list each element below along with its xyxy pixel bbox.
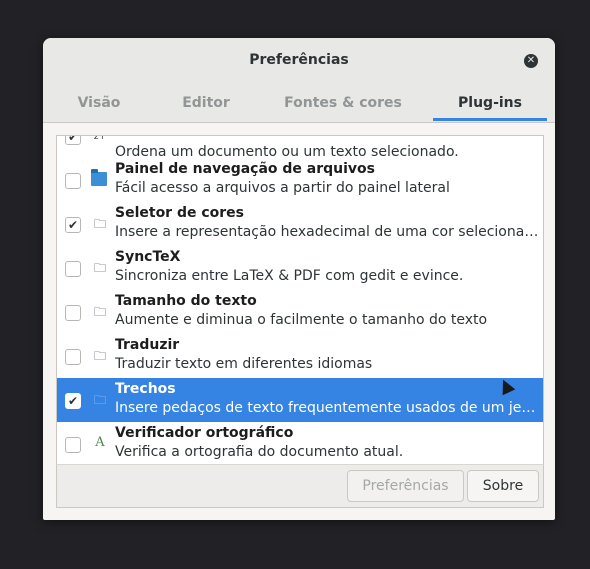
plugin-description: Aumente e diminua o facilmente o tamanho…: [115, 312, 488, 328]
list-item[interactable]: A Verificador ortográfico Verifica a ort…: [57, 422, 543, 465]
checkbox[interactable]: [65, 173, 81, 189]
plugin-list[interactable]: ✔ z↑ Ordena um documento ou um texto sel…: [56, 135, 544, 465]
list-item[interactable]: 🗀 Tamanho do texto Aumente e diminua o f…: [57, 290, 543, 334]
plugin-description: Insere a representação hexadecimal de um…: [115, 224, 539, 240]
list-item[interactable]: ✔ 🗀 Seletor de cores Insere a representa…: [57, 202, 543, 246]
close-icon[interactable]: ✕: [524, 54, 538, 68]
plugin-icon: 🗀: [93, 393, 106, 407]
checkbox[interactable]: ✔: [65, 217, 81, 233]
plugin-icon: 🗀: [93, 217, 106, 231]
plugin-name: Painel de navegação de arquivos: [115, 161, 376, 177]
plugin-name: Seletor de cores: [115, 205, 245, 221]
button-bar: Preferências Sobre: [56, 464, 544, 508]
tab-plugins[interactable]: Plug-ins: [433, 87, 547, 121]
tab-editor[interactable]: Editor: [157, 87, 255, 121]
tab-fontes-cores[interactable]: Fontes & cores: [265, 87, 421, 121]
checkbox[interactable]: [65, 261, 81, 277]
plugin-description: Sincroniza entre LaTeX & PDF com gedit e…: [115, 268, 464, 284]
plugin-name: SyncTeX: [115, 249, 181, 265]
plugin-icon: 🗀: [93, 349, 106, 363]
plugin-name: Trechos: [115, 381, 176, 397]
plugin-description: Fácil acesso a arquivos a partir do pain…: [115, 180, 450, 196]
checkbox[interactable]: [65, 437, 81, 453]
window-title: Preferências: [249, 52, 349, 68]
preferences-window: Preferências ✕ Visão Editor Fontes & cor…: [43, 38, 555, 520]
checkbox[interactable]: [65, 305, 81, 321]
about-button[interactable]: Sobre: [467, 470, 539, 502]
tab-visao[interactable]: Visão: [51, 87, 147, 121]
checkbox[interactable]: ✔: [65, 136, 81, 145]
list-item[interactable]: Painel de navegação de arquivos Fácil ac…: [57, 158, 543, 202]
list-item[interactable]: 🗀 Traduzir Traduzir texto em diferentes …: [57, 334, 543, 378]
plugin-description: Verifica a ortografia do documento atual…: [115, 444, 404, 460]
header-bar: Preferências ✕ Visão Editor Fontes & cor…: [43, 38, 555, 123]
list-item[interactable]: 🗀 SyncTeX Sincroniza entre LaTeX & PDF c…: [57, 246, 543, 290]
folder-icon: [91, 169, 107, 186]
checkbox[interactable]: [65, 349, 81, 365]
plugin-description: Traduzir texto em diferentes idiomas: [115, 356, 373, 372]
tab-bar: Visão Editor Fontes & cores Plug-ins: [43, 87, 555, 121]
checkbox[interactable]: ✔: [65, 393, 81, 409]
plugin-name: Tamanho do texto: [115, 293, 257, 309]
plugin-name: Verificador ortográfico: [115, 425, 294, 441]
spellcheck-icon: A: [95, 435, 105, 450]
plugin-icon: 🗀: [93, 261, 106, 275]
sort-icon: z↑: [93, 135, 107, 142]
preferences-button[interactable]: Preferências: [347, 470, 464, 502]
plugin-name: Traduzir: [115, 337, 180, 353]
plugin-icon: 🗀: [93, 305, 106, 319]
list-item-selected[interactable]: ✔ 🗀 Trechos Insere pedaços de texto freq…: [57, 378, 543, 422]
plugin-description: Insere pedaços de texto frequentemente u…: [115, 400, 539, 416]
